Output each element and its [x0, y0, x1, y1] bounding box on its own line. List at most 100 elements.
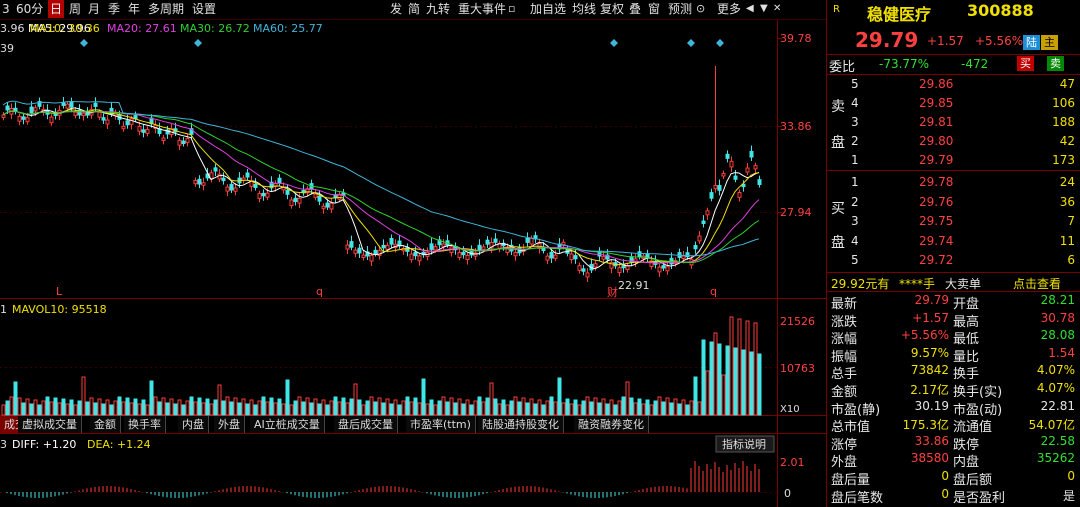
main-board-badge[interactable]: 主: [1041, 35, 1058, 50]
tab-month[interactable]: 月: [86, 0, 102, 18]
lock-icon[interactable]: ⊙: [694, 0, 707, 18]
ask-volume: 173: [1052, 153, 1075, 167]
volume-bar: [757, 353, 762, 416]
stat-value-right: 30.78: [1040, 310, 1075, 325]
volume-bar: [461, 403, 466, 416]
bid-volume: 11: [1059, 233, 1075, 248]
volume-bar: [705, 370, 710, 416]
volume-bar: [105, 399, 110, 416]
btn-overlay[interactable]: 叠: [627, 0, 643, 18]
volume-bar: [481, 401, 486, 416]
tab-northbound[interactable]: 陆股通持股变化: [478, 416, 564, 433]
tab-prefix[interactable]: 3: [0, 0, 12, 18]
volume-bar: [65, 403, 70, 416]
btn-major-events[interactable]: 重大事件: [456, 0, 508, 18]
r-marker: R: [833, 4, 840, 15]
volume-bar: [265, 401, 270, 416]
volume-bar: [713, 332, 718, 416]
tab-amount[interactable]: 金额: [90, 416, 121, 433]
btn-simple[interactable]: 简: [406, 0, 422, 18]
tab-season[interactable]: 季: [106, 0, 122, 18]
stat-label-right: 最低: [953, 332, 980, 348]
candle: [225, 186, 230, 192]
tab-turnover[interactable]: 换手率: [124, 416, 166, 433]
tab-multi-period[interactable]: 多周期: [146, 0, 186, 18]
tab-week[interactable]: 周: [67, 0, 83, 18]
volume-bar: [285, 379, 290, 416]
volume-bar: [185, 400, 190, 416]
volume-bar: [401, 400, 406, 416]
hk-connect-badge[interactable]: 陆: [1023, 35, 1040, 50]
candle: [137, 125, 142, 132]
stat-label-right: 量比: [953, 349, 980, 365]
volume-bar: [297, 396, 302, 416]
btn-add-watchlist[interactable]: 加自选: [528, 0, 568, 18]
close-icon[interactable]: ✕: [771, 0, 783, 18]
candle: [81, 112, 86, 117]
btn-more[interactable]: 更多: [715, 0, 743, 18]
volume-bar: [177, 399, 182, 416]
tab-virtual-volume[interactable]: 虚拟成交量: [18, 416, 82, 433]
stat-label-left: 振幅: [831, 349, 858, 365]
stat-label-left: 金额: [831, 385, 858, 400]
btn-adjust-rights[interactable]: 复权: [598, 0, 626, 18]
tab-inner[interactable]: 内盘: [178, 416, 209, 433]
candle: [681, 255, 686, 259]
volume-bar: [313, 398, 318, 416]
volume-bar: [365, 400, 370, 416]
tab-settings[interactable]: 设置: [190, 0, 218, 18]
tab-after-hours-volume[interactable]: 盘后成交量: [334, 416, 398, 433]
volume-bar: [57, 402, 62, 416]
collapse-left-icon[interactable]: ◀: [744, 0, 756, 18]
btn-publish[interactable]: 发: [388, 0, 404, 18]
big-order-link[interactable]: 点击查看: [1013, 275, 1061, 292]
volume-bar: [725, 345, 730, 416]
candle: [141, 129, 146, 133]
stat-value-right: 4.07%: [1036, 363, 1075, 378]
btn-ma-lines[interactable]: 均线: [570, 0, 598, 18]
sell-button[interactable]: 卖: [1047, 56, 1064, 71]
btn-window[interactable]: 窗: [646, 0, 662, 18]
candle: [293, 197, 298, 202]
stat-value-right: 28.21: [1040, 293, 1075, 307]
volume-bar: [1, 404, 6, 416]
bid-price: 29.75: [919, 214, 954, 228]
stat-label-left: 涨停: [831, 437, 858, 453]
candle: [417, 255, 422, 262]
tab-day[interactable]: 日: [48, 0, 65, 18]
tab-year[interactable]: 年: [126, 0, 142, 18]
dropdown-icon[interactable]: ▼: [758, 0, 770, 18]
volume-bar: [573, 399, 578, 416]
volume-bar: [601, 398, 606, 416]
buy-button[interactable]: 买: [1017, 56, 1034, 71]
tab-outer[interactable]: 外盘: [214, 416, 245, 433]
candle: [245, 172, 250, 178]
vol-axis-unit: X10: [780, 404, 800, 415]
tab-60min[interactable]: 60分: [14, 0, 45, 18]
tab-pe-ttm[interactable]: 市盈率(ttm): [406, 416, 476, 433]
candle: [65, 103, 70, 109]
tab-ai-volume[interactable]: AI立桩成交量: [250, 416, 325, 433]
tab-margin[interactable]: 融资融券变化: [574, 416, 649, 433]
volume-bar: [89, 397, 94, 416]
candle: [261, 192, 266, 197]
candle: [177, 139, 182, 146]
stat-value-right: 是: [1062, 488, 1075, 503]
btn-jiuzhuan[interactable]: 九转: [424, 0, 452, 18]
volume-bar: [281, 403, 286, 416]
ma20-legend: MA20: 27.61: [107, 22, 177, 35]
volume-bar: [613, 404, 618, 416]
candle: [697, 235, 702, 242]
candle: [601, 256, 606, 260]
chart-toolbar: 3 60分 日 周 月 季 年 多周期 设置 发 简 九转 重大事件 加自选 均…: [0, 0, 826, 20]
volume-bar: [241, 398, 246, 416]
candle: [621, 264, 626, 269]
candle: [645, 253, 650, 259]
volume-bar: [21, 402, 26, 416]
settings-mini-icon[interactable]: ▫: [506, 0, 517, 18]
btn-forecast[interactable]: 预测: [666, 0, 694, 18]
volume-bar: [669, 402, 674, 416]
volume-bar: [337, 401, 342, 416]
candle: [553, 254, 558, 259]
volume-bar: [169, 398, 174, 416]
